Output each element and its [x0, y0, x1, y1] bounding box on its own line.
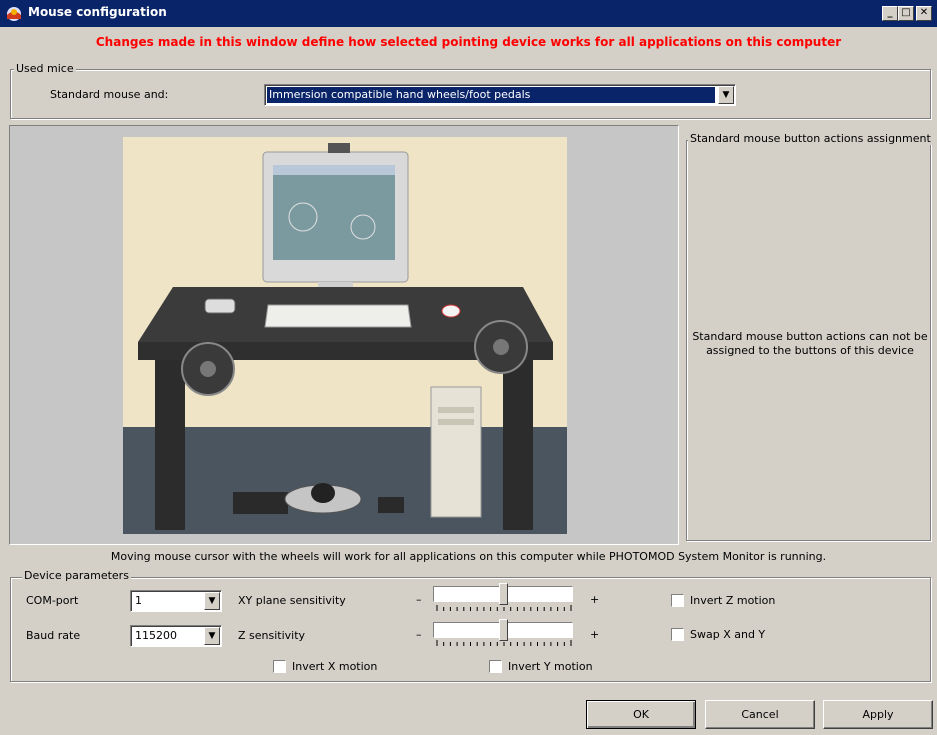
- app-icon: [7, 7, 21, 21]
- ok-button[interactable]: OK: [586, 700, 696, 729]
- chevron-down-icon[interactable]: ▼: [204, 627, 220, 645]
- warning-text: Changes made in this window define how s…: [95, 35, 842, 49]
- minimize-button[interactable]: _: [882, 6, 898, 21]
- invert-z-label: Invert Z motion: [690, 594, 776, 607]
- xy-sensitivity-label: XY plane sensitivity: [238, 594, 346, 607]
- device-photo: [123, 137, 567, 534]
- invert-y-checkbox[interactable]: [489, 660, 502, 673]
- window-title: Mouse configuration: [28, 5, 167, 19]
- com-port-label: COM-port: [26, 594, 79, 607]
- xy-sensitivity-slider[interactable]: [433, 583, 573, 605]
- invert-y-label: Invert Y motion: [508, 660, 593, 673]
- xy-slider-thumb[interactable]: [499, 583, 508, 605]
- baud-rate-label: Baud rate: [26, 629, 81, 642]
- maximize-button[interactable]: □: [898, 6, 914, 21]
- z-sensitivity-slider[interactable]: [433, 619, 573, 641]
- baud-rate-value: 115200: [135, 629, 177, 642]
- mouse-device-value: Immersion compatible hand wheels/foot pe…: [266, 86, 716, 104]
- swap-xy-checkbox[interactable]: [671, 628, 684, 641]
- xy-slider-ticks: [436, 605, 572, 611]
- info-text: Moving mouse cursor with the wheels will…: [110, 550, 827, 563]
- z-sensitivity-label: Z sensitivity: [238, 629, 306, 642]
- close-button[interactable]: ✕: [916, 6, 932, 21]
- apply-button[interactable]: Apply: [823, 700, 933, 729]
- device-parameters-group-label: Device parameters: [22, 569, 131, 582]
- mouse-device-select[interactable]: Immersion compatible hand wheels/foot pe…: [264, 84, 736, 106]
- invert-z-checkbox[interactable]: [671, 594, 684, 607]
- maximize-icon: □: [901, 7, 911, 18]
- assignment-message: Standard mouse button actions can not be…: [692, 330, 928, 357]
- z-plus-label: +: [590, 628, 600, 641]
- xy-minus-label: –: [416, 593, 422, 606]
- cancel-button[interactable]: Cancel: [705, 700, 815, 729]
- xy-plus-label: +: [590, 593, 600, 606]
- invert-x-checkbox[interactable]: [273, 660, 286, 673]
- used-mice-group-label: Used mice: [14, 62, 76, 75]
- minimize-icon: _: [887, 7, 893, 18]
- chevron-down-icon[interactable]: ▼: [204, 592, 220, 610]
- chevron-down-icon[interactable]: ▼: [718, 86, 734, 104]
- baud-rate-select[interactable]: 115200 ▼: [130, 625, 222, 647]
- standard-mouse-label: Standard mouse and:: [50, 88, 169, 101]
- swap-xy-label: Swap X and Y: [690, 628, 766, 641]
- z-minus-label: –: [416, 628, 422, 641]
- com-port-select[interactable]: 1 ▼: [130, 590, 222, 612]
- invert-x-label: Invert X motion: [292, 660, 378, 673]
- z-slider-thumb[interactable]: [499, 619, 508, 641]
- z-slider-ticks: [436, 640, 572, 646]
- assignment-group-label: Standard mouse button actions assignment: [688, 132, 933, 145]
- title-bar: Mouse configuration _ □ ✕: [0, 0, 937, 27]
- close-icon: ✕: [919, 7, 929, 18]
- com-port-value: 1: [135, 594, 142, 607]
